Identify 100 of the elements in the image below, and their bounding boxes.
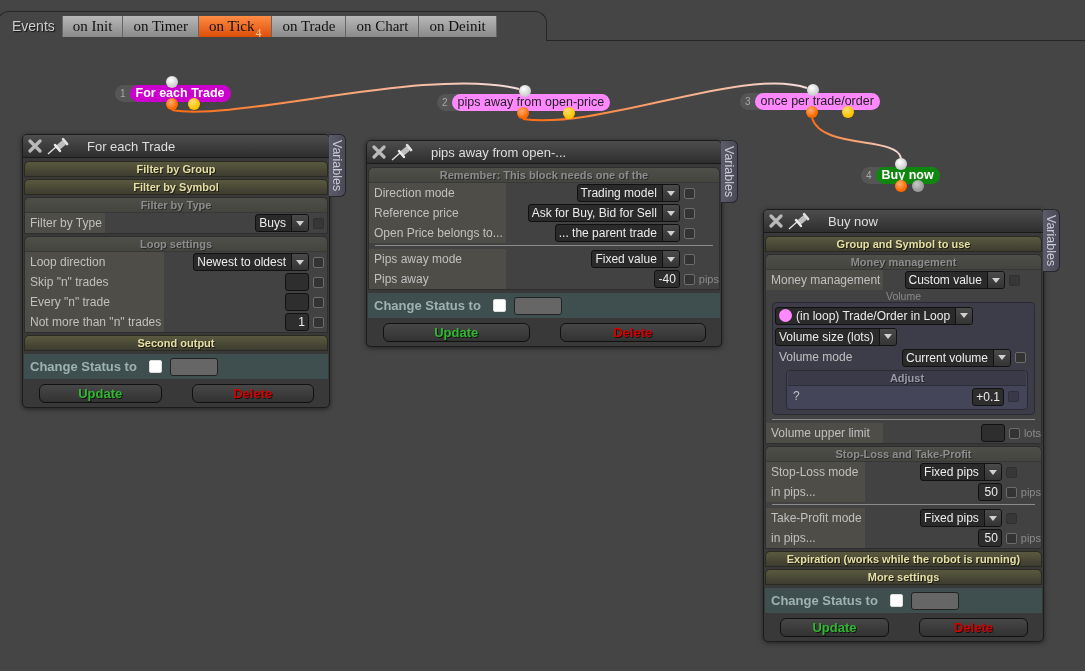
unit-label: pips <box>1019 485 1041 500</box>
checkbox[interactable] <box>313 316 324 328</box>
update-button[interactable]: Update <box>39 384 162 403</box>
dropdown[interactable]: Current volume <box>901 348 1011 367</box>
caret-icon <box>666 190 675 196</box>
node-label: For each Trade <box>129 85 231 102</box>
input-field[interactable] <box>980 424 1005 442</box>
caret-icon <box>991 277 1000 283</box>
status-field[interactable] <box>169 357 218 376</box>
event-tab[interactable]: on Tick$_{4}$ <box>199 16 273 37</box>
input-field[interactable] <box>285 273 309 291</box>
caret-icon <box>988 469 997 475</box>
input-field[interactable]: 50 <box>977 483 1002 501</box>
checkbox[interactable] <box>1015 352 1026 363</box>
checkbox[interactable] <box>313 276 324 288</box>
checkbox[interactable] <box>1008 427 1020 439</box>
input-port-icon[interactable] <box>519 85 531 97</box>
checkbox[interactable] <box>1005 532 1017 544</box>
section-header[interactable]: Group and Symbol to use <box>765 236 1042 252</box>
flow-node[interactable]: 1 For each Trade <box>115 85 231 102</box>
pin-icon[interactable] <box>391 143 413 161</box>
field-label: Filter by Type <box>25 213 105 233</box>
variables-tab[interactable]: Variables <box>721 140 738 204</box>
field-label: in pips... <box>766 528 865 548</box>
dropdown[interactable]: Trading model <box>576 184 680 202</box>
event-tab[interactable]: on Init <box>62 16 124 37</box>
checkbox[interactable] <box>683 207 695 219</box>
input-field[interactable]: -40 <box>654 270 680 288</box>
dropdown[interactable]: Fixed pips <box>920 463 1002 481</box>
flow-node[interactable]: 3 once per trade/order <box>740 93 880 110</box>
caret-icon <box>988 515 997 521</box>
checkbox[interactable] <box>313 296 324 308</box>
input-field[interactable]: 1 <box>285 313 309 331</box>
node-number: 3 <box>745 95 751 109</box>
close-icon[interactable] <box>28 139 42 153</box>
event-tab[interactable]: on Chart <box>346 16 420 37</box>
pin-icon[interactable] <box>788 212 810 230</box>
node-label: pips away from open-price <box>451 94 611 111</box>
event-tab[interactable]: on Timer <box>123 16 199 37</box>
node-label: once per trade/order <box>754 93 880 110</box>
input-port-icon[interactable] <box>807 84 819 96</box>
flow-node[interactable]: 4 Buy now <box>861 167 940 184</box>
field-label: Take-Profit mode <box>766 508 865 528</box>
dropdown[interactable]: Custom value <box>904 271 1005 289</box>
variables-tab[interactable]: Variables <box>1043 209 1060 273</box>
field-label: ? <box>792 388 801 405</box>
checkbox[interactable] <box>1005 486 1017 498</box>
event-tab[interactable]: on Trade <box>272 16 347 37</box>
events-label: Events <box>12 17 55 36</box>
caret-icon <box>960 313 969 318</box>
status-label: Change Status to <box>374 298 481 313</box>
event-tab[interactable]: on Deinit <box>419 16 497 37</box>
input-field[interactable] <box>285 293 309 311</box>
checkbox[interactable] <box>683 227 695 239</box>
checkbox[interactable] <box>683 253 695 265</box>
box-title: Adjust <box>788 371 1026 386</box>
node-number: 4 <box>866 169 872 183</box>
checkbox[interactable] <box>313 256 324 268</box>
close-icon[interactable] <box>769 214 783 228</box>
section-header[interactable]: Expiration (works while the robot is running) <box>765 551 1042 567</box>
dropdown[interactable]: (in loop) Trade/Order in Loop <box>775 306 974 325</box>
group-title: Filter by Type <box>25 198 327 213</box>
caret-icon <box>296 259 304 265</box>
status-field[interactable] <box>513 296 562 315</box>
unit-label: pips <box>1019 531 1041 546</box>
update-button[interactable]: Update <box>383 323 530 342</box>
tab-count-label: 4 <box>255 26 262 40</box>
section-header[interactable]: Filter by Symbol <box>24 179 328 195</box>
panel-title: pips away from open-... <box>431 144 567 160</box>
checkbox[interactable] <box>683 187 695 199</box>
flow-node[interactable]: 2 pips away from open-price <box>437 94 611 111</box>
status-field[interactable] <box>910 591 959 610</box>
update-button[interactable]: Update <box>780 618 889 637</box>
unit-label: pips <box>697 272 719 287</box>
dropdown[interactable]: Buys <box>255 214 309 232</box>
section-header[interactable]: Second output <box>24 335 328 351</box>
input-field[interactable]: +0.1 <box>972 387 1004 406</box>
node-label: Buy now <box>875 167 940 184</box>
dropdown[interactable]: Ask for Buy, Bid for Sell <box>527 204 680 222</box>
dropdown[interactable]: Fixed value <box>591 250 680 268</box>
caret-icon <box>666 230 675 236</box>
caret-icon <box>998 355 1006 360</box>
field-label: Money management <box>766 270 884 290</box>
panel-title: For each Trade <box>87 138 176 154</box>
dropdown[interactable]: ... the parent trade <box>554 224 680 242</box>
pin-icon[interactable] <box>47 137 69 155</box>
section-header[interactable]: More settings <box>765 569 1042 585</box>
input-port-icon[interactable] <box>166 76 178 88</box>
dropdown[interactable]: Fixed pips <box>920 509 1002 527</box>
section-header[interactable]: Filter by Group <box>24 161 328 177</box>
caret-icon <box>666 256 675 262</box>
input-field[interactable]: 50 <box>977 529 1002 547</box>
checkbox[interactable] <box>683 273 695 285</box>
field-label: in pips... <box>766 482 865 502</box>
unit-label: lots <box>1022 426 1041 441</box>
variables-tab[interactable]: Variables <box>329 134 346 198</box>
dropdown[interactable]: Newest to oldest <box>193 253 309 271</box>
close-icon[interactable] <box>372 145 386 159</box>
input-port-icon[interactable] <box>895 158 907 170</box>
dropdown[interactable]: Volume size (lots) <box>775 327 897 346</box>
